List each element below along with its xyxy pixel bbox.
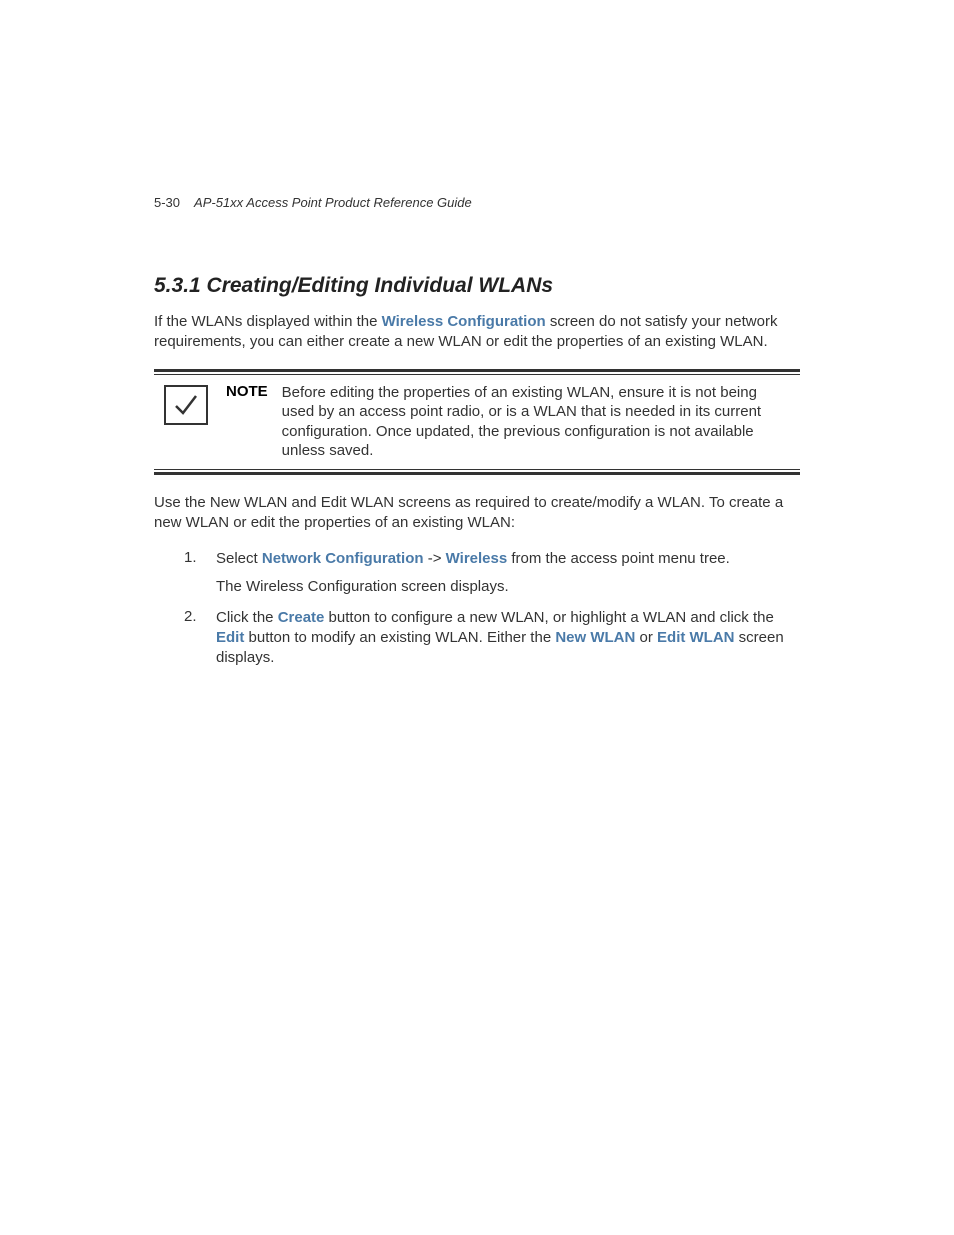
step2-text-mid3: or: [635, 629, 657, 646]
step1-text-pre: Select: [216, 550, 262, 567]
note-icon-container: [154, 383, 208, 425]
document-title: AP-51xx Access Point Product Reference G…: [194, 195, 472, 210]
note-text: Before editing the properties of an exis…: [282, 383, 800, 461]
note-label: NOTE: [226, 383, 268, 400]
step-number: 2.: [184, 608, 202, 625]
step-body: Click the Create button to configure a n…: [216, 608, 800, 669]
step2-text-mid1: button to configure a new WLAN, or highl…: [324, 609, 773, 626]
wireless-link[interactable]: Wireless: [446, 550, 508, 567]
step-number: 1.: [184, 549, 202, 566]
step1-text-post: from the access point menu tree.: [507, 550, 730, 567]
intro-paragraph: If the WLANs displayed within the Wirele…: [154, 312, 800, 353]
network-configuration-link[interactable]: Network Configuration: [262, 550, 424, 567]
step1-subtext: The Wireless Configuration screen displa…: [216, 577, 800, 597]
steps-list: 1. Select Network Configuration -> Wirel…: [184, 549, 800, 668]
page-number: 5-30: [154, 195, 180, 210]
document-page: 5-30 AP-51xx Access Point Product Refere…: [0, 0, 954, 668]
step2-text-mid2: button to modify an existing WLAN. Eithe…: [244, 629, 555, 646]
new-wlan-link[interactable]: New WLAN: [555, 629, 635, 646]
edit-link[interactable]: Edit: [216, 629, 244, 646]
note-inner: NOTE Before editing the properties of an…: [154, 374, 800, 470]
note-block: NOTE Before editing the properties of an…: [154, 369, 800, 475]
list-item: 2. Click the Create button to configure …: [184, 608, 800, 669]
post-note-paragraph: Use the New WLAN and Edit WLAN screens a…: [154, 493, 800, 534]
wireless-configuration-link[interactable]: Wireless Configuration: [382, 313, 546, 330]
intro-text-pre: If the WLANs displayed within the: [154, 313, 382, 330]
section-heading: 5.3.1 Creating/Editing Individual WLANs: [154, 274, 800, 298]
step2-text-pre: Click the: [216, 609, 278, 626]
note-content: NOTE Before editing the properties of an…: [226, 383, 800, 461]
step-body: Select Network Configuration -> Wireless…: [216, 549, 800, 598]
create-link[interactable]: Create: [278, 609, 325, 626]
checkmark-icon: [164, 385, 208, 425]
edit-wlan-link[interactable]: Edit WLAN: [657, 629, 734, 646]
list-item: 1. Select Network Configuration -> Wirel…: [184, 549, 800, 598]
page-header: 5-30 AP-51xx Access Point Product Refere…: [154, 195, 800, 210]
step1-text-mid: ->: [424, 550, 446, 567]
